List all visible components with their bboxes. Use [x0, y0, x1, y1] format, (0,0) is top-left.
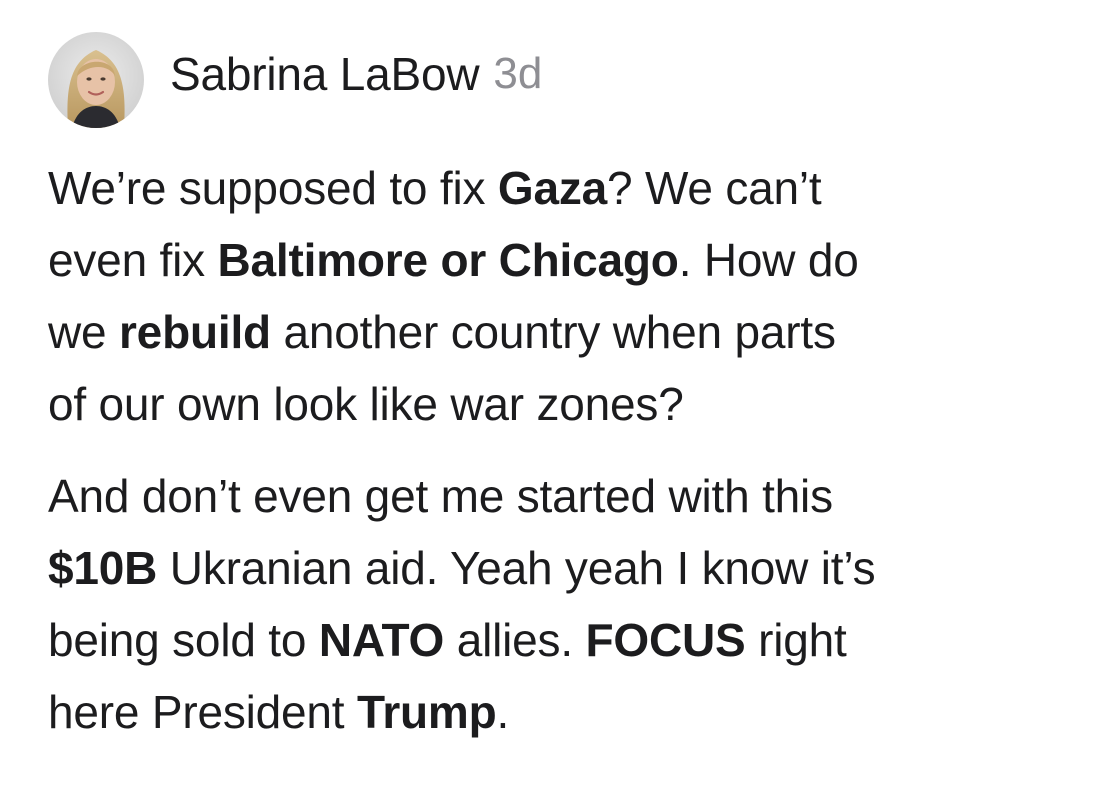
text-segment: being sold to	[48, 614, 319, 666]
post-card: Sabrina LaBow 3d We’re supposed to fix G…	[0, 0, 1111, 792]
post-header: Sabrina LaBow 3d	[48, 30, 542, 130]
bold-text: Trump	[356, 686, 497, 738]
text-segment: allies.	[444, 614, 586, 666]
author-name[interactable]: Sabrina LaBow	[170, 47, 480, 101]
bold-text: Baltimore or Chicago	[217, 234, 679, 286]
post-text-line: of our own look like war zones?	[48, 368, 1098, 440]
text-segment: Ukranian aid. Yeah yeah I know it’s	[157, 542, 876, 594]
bold-text: rebuild	[118, 306, 271, 358]
text-segment: We’re supposed to fix	[48, 162, 498, 214]
text-segment: even fix	[48, 234, 218, 286]
post-text-line: we rebuild another country when parts	[48, 296, 1098, 368]
post-text-line: $10B Ukranian aid. Yeah yeah I know it’s	[48, 532, 1098, 604]
text-segment: we	[48, 306, 119, 358]
bold-text: FOCUS	[585, 614, 746, 666]
post-text-line: And don’t even get me started with this	[48, 460, 1098, 532]
avatar[interactable]	[48, 32, 144, 128]
text-segment: .	[496, 686, 510, 738]
text-segment: of our own look like war zones?	[48, 378, 684, 430]
text-segment: . How do	[678, 234, 859, 286]
post-text-line: being sold to NATO allies. FOCUS right	[48, 604, 1098, 676]
bold-text: Gaza	[497, 162, 608, 214]
bold-text: NATO	[318, 614, 445, 666]
bold-text: $10B	[48, 542, 158, 594]
post-paragraph: We’re supposed to fix Gaza? We can’t even…	[48, 152, 1098, 440]
post-paragraph: And don’t even get me started with this $…	[48, 460, 1098, 748]
post-text-line: here President Trump.	[48, 676, 1098, 748]
post-text-line: even fix Baltimore or Chicago. How do	[48, 224, 1098, 296]
text-segment: And don’t even get me started with this	[48, 470, 833, 522]
text-segment: ? We can’t	[607, 162, 822, 214]
text-segment: another country when parts	[270, 306, 836, 358]
post-timestamp: 3d	[493, 49, 543, 98]
text-segment: here President	[48, 686, 357, 738]
text-segment: right	[745, 614, 847, 666]
post-body: We’re supposed to fix Gaza? We can’t even…	[48, 152, 1098, 748]
post-text-line: We’re supposed to fix Gaza? We can’t	[48, 152, 1098, 224]
profile-photo-icon	[48, 32, 144, 128]
